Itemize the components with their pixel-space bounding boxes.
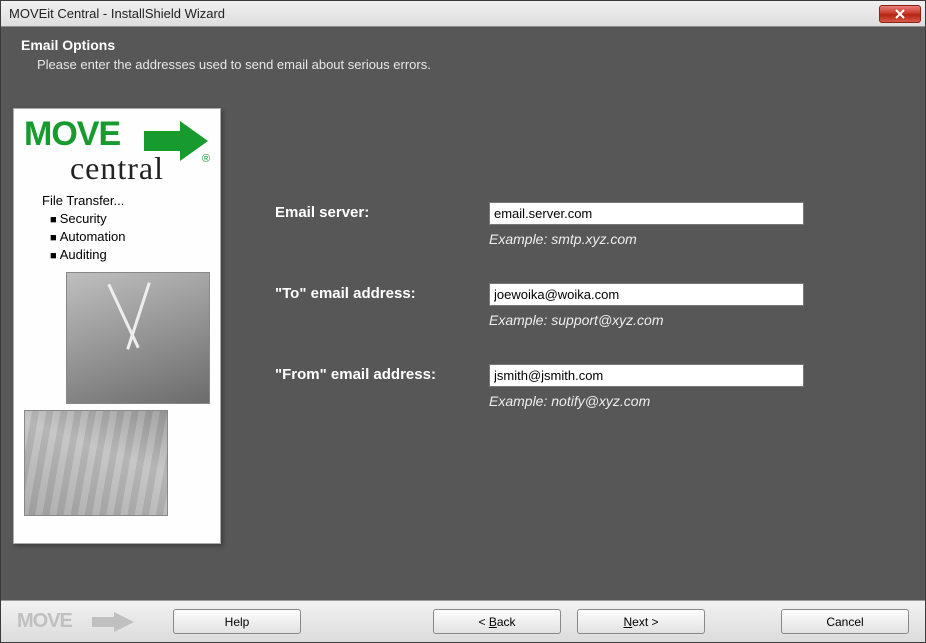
registered-mark: ® [202,153,210,165]
to-address-example: Example: support@xyz.com [489,312,863,328]
logo-text-top: MOVE [24,115,120,153]
form-area: Email server: Example: smtp.xyz.com "To"… [221,108,913,592]
email-server-label: Email server: [275,202,489,221]
page-subtitle: Please enter the addresses used to send … [37,57,905,72]
feature-item: Auditing [50,246,210,264]
content-area: MOVE ® central File Transfer... Security… [1,96,925,600]
to-address-input[interactable] [489,283,804,306]
from-address-row: "From" email address: Example: notify@xy… [275,364,863,409]
email-server-example: Example: smtp.xyz.com [489,231,863,247]
help-button[interactable]: Help [173,609,301,634]
to-address-row: "To" email address: Example: support@xyz… [275,283,863,328]
close-icon [894,9,906,19]
to-address-label: "To" email address: [275,283,489,302]
window-title: MOVEit Central - InstallShield Wizard [9,6,879,21]
sidebar-branding: MOVE ® central File Transfer... Security… [13,108,221,544]
arrow-right-icon [92,612,136,632]
file-transfer-heading: File Transfer... [42,193,210,208]
decorative-photo [24,410,168,516]
cancel-button[interactable]: Cancel [781,609,909,634]
decorative-photo [66,272,210,404]
email-server-input[interactable] [489,202,804,225]
next-button[interactable]: Next > [577,609,705,634]
footer-logo: MOVE [17,610,157,633]
from-address-label: "From" email address: [275,364,489,383]
installer-window: MOVEit Central - InstallShield Wizard Em… [0,0,926,643]
feature-item: Automation [50,228,210,246]
from-address-input[interactable] [489,364,804,387]
feature-item: Security [50,210,210,228]
back-button[interactable]: < Back [433,609,561,634]
logo: MOVE ® [24,119,210,150]
footer-logo-text: MOVE [17,610,72,632]
titlebar: MOVEit Central - InstallShield Wizard [1,1,925,27]
from-address-example: Example: notify@xyz.com [489,393,863,409]
page-title: Email Options [21,37,905,53]
footer: MOVE Help < Back Next > Cancel [1,600,925,642]
email-server-row: Email server: Example: smtp.xyz.com [275,202,863,247]
feature-list: Security Automation Auditing [50,210,210,264]
header-banner: Email Options Please enter the addresses… [1,27,925,96]
close-button[interactable] [879,5,921,23]
